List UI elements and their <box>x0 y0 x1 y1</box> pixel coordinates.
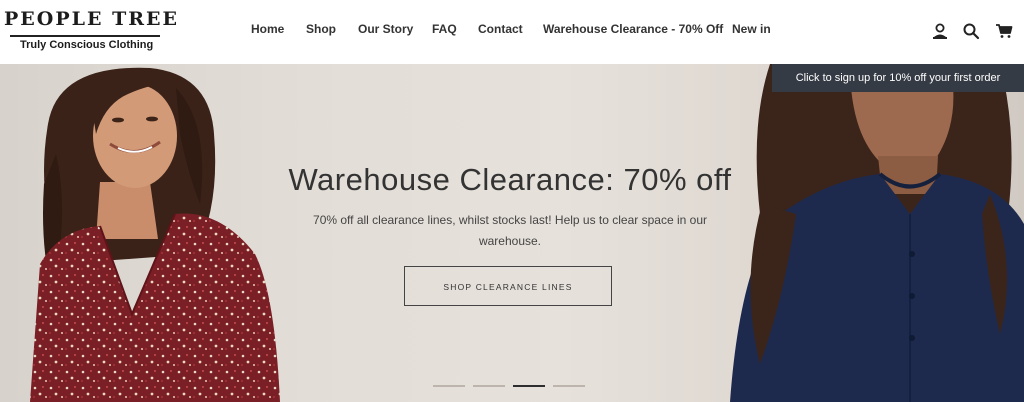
slide-indicator-1[interactable] <box>433 385 465 387</box>
model-left-image <box>30 67 280 402</box>
people-tree-logo[interactable]: PEOPLE TREE Truly Conscious Clothing <box>4 8 177 56</box>
nav-contact[interactable]: Contact <box>478 22 523 36</box>
signup-discount-banner[interactable]: Click to sign up for 10% off your first … <box>772 64 1024 92</box>
shop-clearance-button[interactable]: SHOP CLEARANCE LINES <box>404 266 612 306</box>
hero-banner[interactable]: Warehouse Clearance: 70% off 70% off all… <box>0 64 1024 402</box>
nav-shop[interactable]: Shop <box>306 22 336 36</box>
nav-faq[interactable]: FAQ <box>432 22 457 36</box>
nav-warehouse-clearance[interactable]: Warehouse Clearance - 70% Off <box>543 22 723 36</box>
logo-rule <box>10 35 160 37</box>
slide-indicator-2[interactable] <box>473 385 505 387</box>
nav-new-in[interactable]: New in <box>732 22 771 36</box>
search-icon[interactable] <box>962 22 980 40</box>
site-header: PEOPLE TREE Truly Conscious Clothing Hom… <box>0 0 1024 64</box>
nav-home[interactable]: Home <box>251 22 284 36</box>
cart-icon[interactable] <box>995 22 1013 40</box>
slide-indicator-3[interactable] <box>513 385 545 387</box>
hero-title: Warehouse Clearance: 70% off <box>288 162 732 197</box>
account-icon[interactable] <box>931 22 949 40</box>
logo-tagline: Truly Conscious Clothing <box>20 39 154 51</box>
nav-our-story[interactable]: Our Story <box>358 22 413 36</box>
logo-brand: PEOPLE TREE <box>4 8 179 30</box>
slide-indicator-4[interactable] <box>553 385 585 387</box>
model-right-image <box>730 64 1024 402</box>
hero-subtitle: 70% off all clearance lines, whilst stoc… <box>313 213 707 248</box>
